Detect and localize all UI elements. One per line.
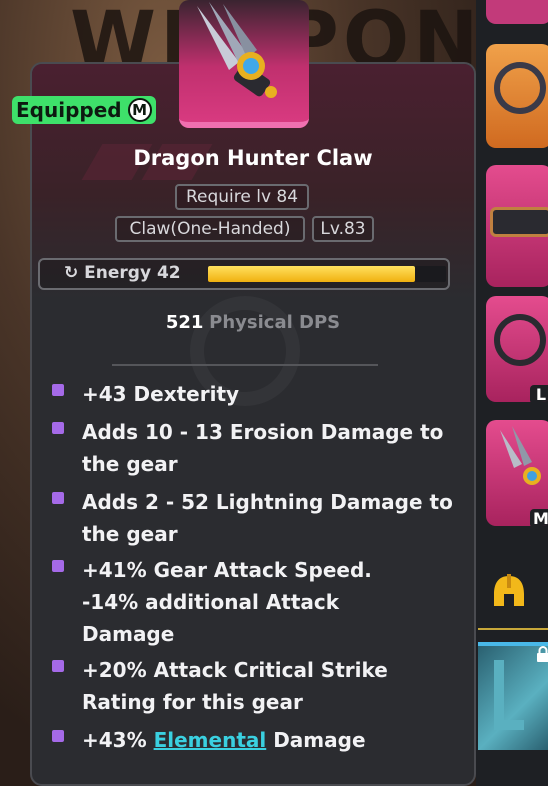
affix-text: +43% Elemental Damage <box>82 724 472 756</box>
helmet-slot[interactable] <box>478 560 548 630</box>
claw-weapon-icon <box>197 2 277 98</box>
spartan-helmet-icon <box>494 574 524 606</box>
equipped-label: Equipped <box>16 98 122 122</box>
equipment-slot-top[interactable] <box>486 0 548 24</box>
dps-label: Physical DPS <box>209 312 341 333</box>
slot-tag-main: M <box>530 509 548 526</box>
equipment-slot-ring-left[interactable]: L <box>486 296 548 402</box>
affix-bullet <box>52 660 64 672</box>
equipped-badge: Equipped M <box>12 96 156 124</box>
affix-text: Adds 2 - 52 Lightning Damage to the gear <box>82 490 453 546</box>
affix-bullet <box>52 560 64 572</box>
affix-bullet <box>52 730 64 742</box>
item-name: Dragon Hunter Claw <box>133 146 373 170</box>
affix-bullet <box>52 422 64 434</box>
equipment-slot-main-hand[interactable]: M <box>486 420 548 526</box>
elemental-keyword-link[interactable]: Elemental <box>154 728 267 752</box>
dps-line: 521 Physical DPS <box>30 312 476 333</box>
require-level-tag: Require lv 84 <box>175 184 309 210</box>
affix-suffix: Damage <box>266 728 366 752</box>
affix-item: +43 Dexterity <box>52 378 472 410</box>
affix-text: Adds 10 - 13 Erosion Damage to the gear <box>82 420 444 476</box>
ring-icon <box>494 314 546 366</box>
claw-weapon-icon <box>500 426 541 485</box>
slot-tag-left: L <box>530 385 548 402</box>
affix-text: +20% Attack Critical Strike Rating for t… <box>82 658 388 714</box>
spiked-necklace-icon <box>494 62 546 114</box>
affix-text: +41% Gear Attack Speed. -14% additional … <box>82 558 372 646</box>
energy-fill <box>208 266 416 282</box>
affix-text: +43 Dexterity <box>82 382 240 406</box>
affix-item: +43% Elemental Damage <box>52 724 472 756</box>
item-portrait <box>179 0 309 128</box>
belt-icon <box>490 207 548 237</box>
energy-label: ↻ Energy 42 <box>64 263 181 283</box>
energy-icon: ↻ <box>64 263 79 283</box>
affix-bullet <box>52 492 64 504</box>
affix-prefix: +43% <box>82 728 154 752</box>
affix-bullet <box>52 384 64 396</box>
affix-item: Adds 2 - 52 Lightning Damage to the gear <box>52 486 472 550</box>
energy-bar: ↻ Energy 42 <box>38 258 450 290</box>
dps-value: 521 <box>165 312 204 333</box>
energy-text: Energy 42 <box>84 263 181 283</box>
equipment-slot-necklace[interactable] <box>486 44 548 148</box>
equipment-slot-belt[interactable] <box>486 165 548 287</box>
main-hand-badge: M <box>127 98 152 122</box>
item-type-tag: Claw(One-Handed) <box>115 216 305 242</box>
item-level-tag: Lv.83 <box>312 216 374 242</box>
divider <box>112 364 378 366</box>
item-tooltip: Equipped M Dragon Hunter Claw Require lv… <box>12 0 476 786</box>
affix-item: +41% Gear Attack Speed. -14% additional … <box>52 554 472 650</box>
affix-item: +20% Attack Critical Strike Rating for t… <box>52 654 472 718</box>
affix-item: Adds 10 - 13 Erosion Damage to the gear <box>52 416 472 480</box>
lock-icon <box>537 646 548 662</box>
energy-track <box>208 266 446 282</box>
map-decoration <box>494 720 524 730</box>
